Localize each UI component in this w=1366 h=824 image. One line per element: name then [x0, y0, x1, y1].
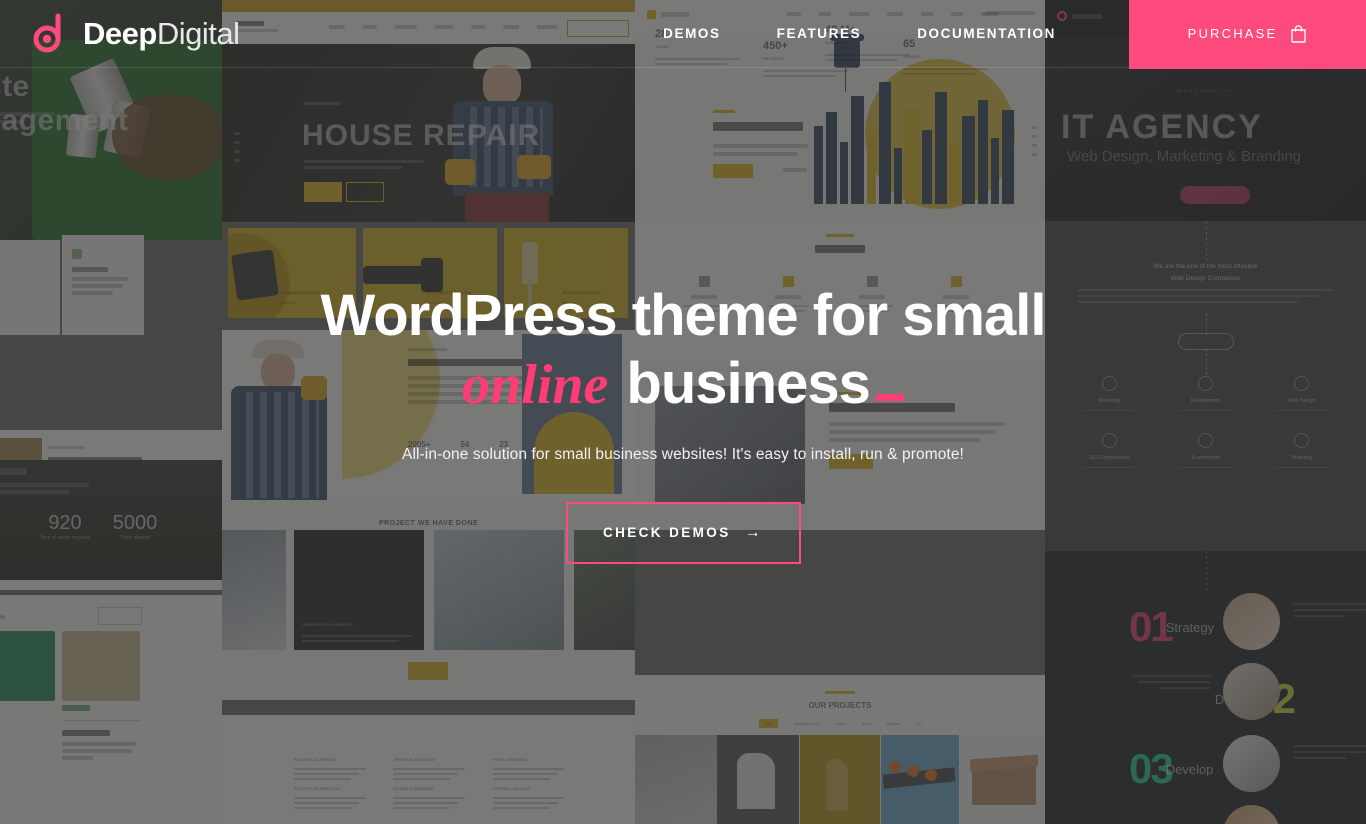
deepdigital-d-logo-icon [28, 13, 70, 55]
nav-item-demos[interactable]: DEMOS [635, 26, 749, 41]
site-header: DeepDigital DEMOS FEATURES DOCUMENTATION… [0, 0, 1366, 69]
logo-text-light: Digital [156, 15, 240, 51]
purchase-button-label: PURCHASE [1187, 26, 1278, 41]
main-navigation: DEMOS FEATURES DOCUMENTATION PURCHASE [635, 0, 1366, 69]
site-logo-text: DeepDigital [83, 15, 240, 52]
arrow-right-icon: → [744, 523, 764, 541]
nav-item-documentation[interactable]: DOCUMENTATION [889, 26, 1084, 41]
purchase-button[interactable]: PURCHASE [1129, 0, 1366, 69]
shopping-bag-icon [1290, 24, 1307, 43]
nav-item-features[interactable]: FEATURES [749, 26, 890, 41]
page-overlay [0, 0, 1366, 824]
check-demos-label: CHECK DEMOS [602, 525, 731, 541]
page-root: Waste Management [0, 0, 1366, 824]
check-demos-button[interactable]: CHECK DEMOS → [565, 501, 801, 564]
logo-text-bold: Deep [83, 15, 157, 51]
site-logo[interactable]: DeepDigital [28, 13, 240, 55]
